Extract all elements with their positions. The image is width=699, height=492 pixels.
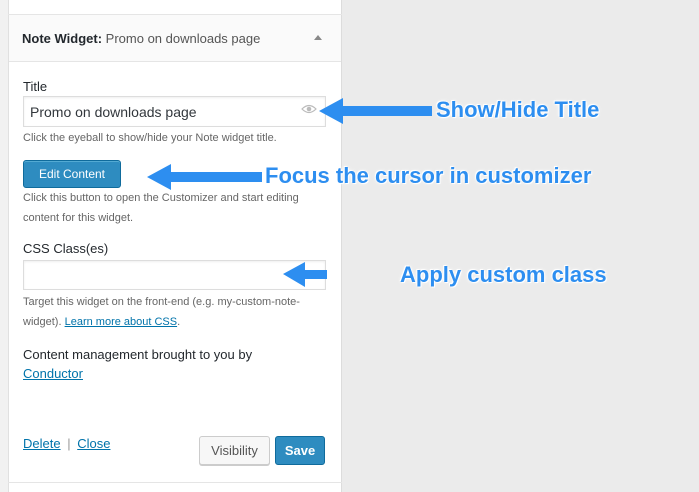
arrow-show-hide (319, 98, 432, 124)
annotation-focus-cursor: Focus the cursor in customizer (265, 163, 592, 188)
annotation-show-hide-title: Show/Hide Title (436, 97, 600, 122)
arrow-apply-class (283, 262, 327, 287)
arrow-focus-cursor (147, 164, 262, 190)
annotation-arrows (147, 98, 432, 287)
annotation-apply-class: Apply custom class (400, 262, 607, 287)
